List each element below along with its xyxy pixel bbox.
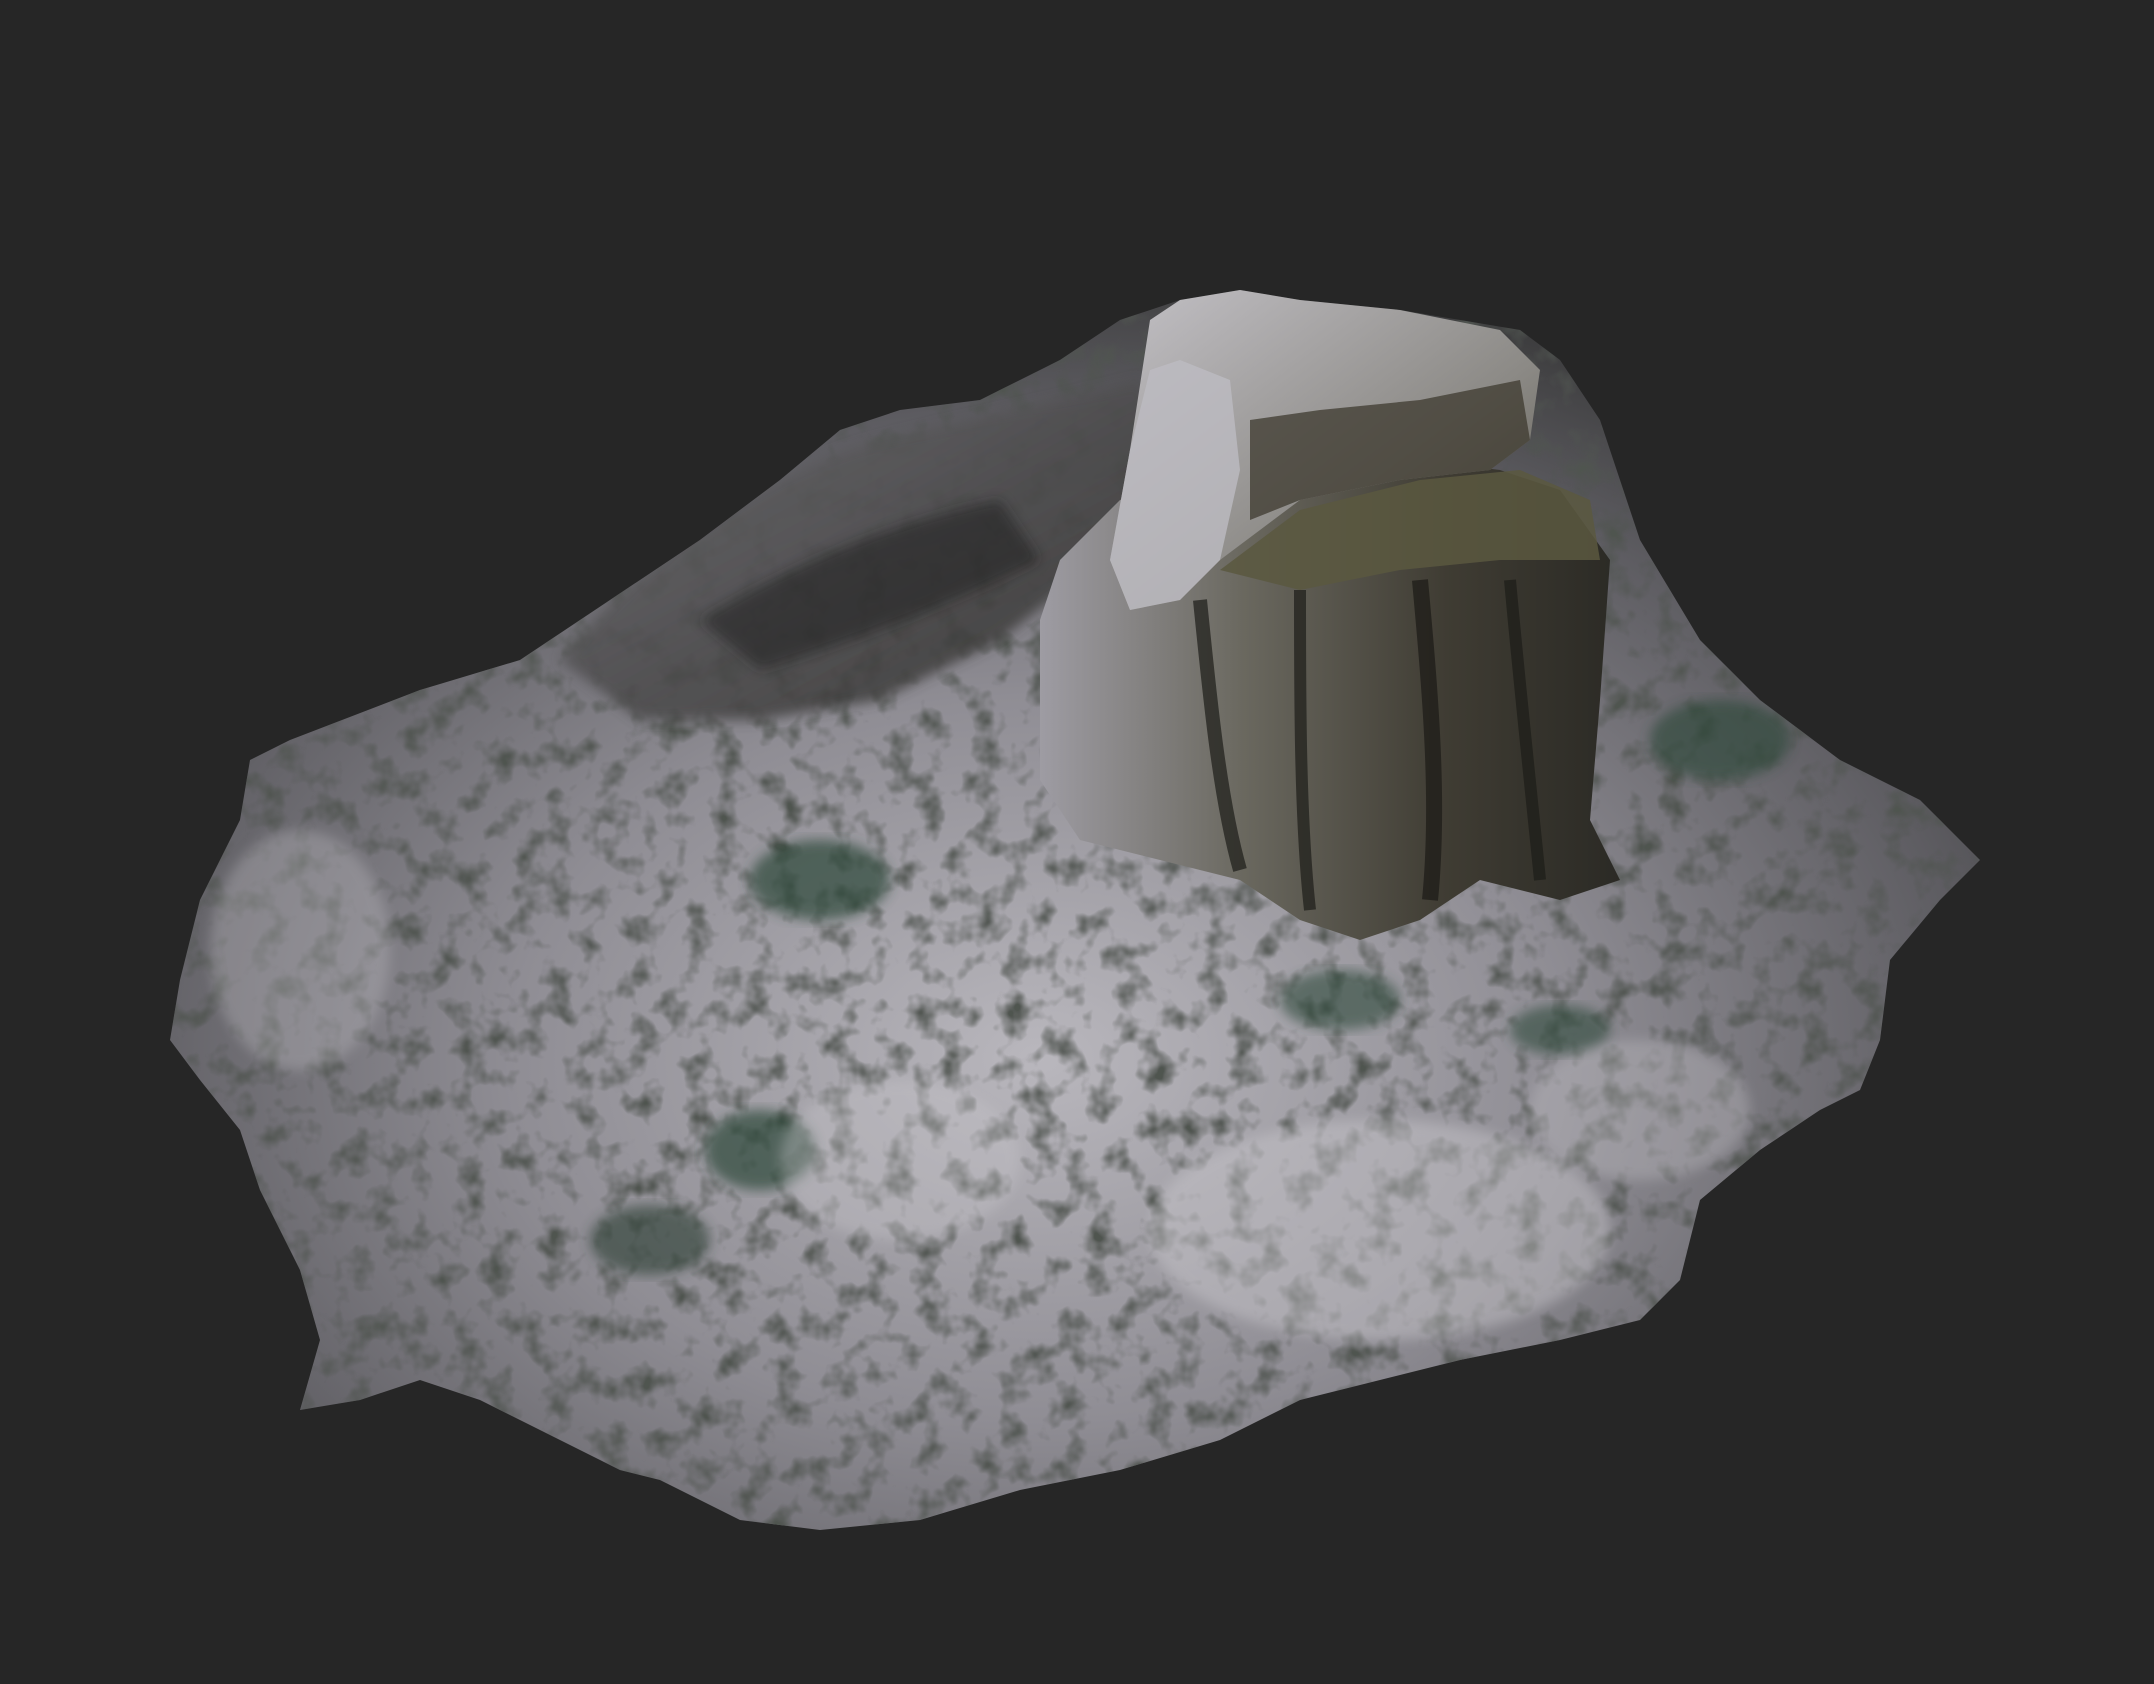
3d-viewport[interactable] xyxy=(0,0,2154,1684)
scanned-ground-mesh xyxy=(170,290,1980,1530)
scan-model-canvas[interactable] xyxy=(0,0,2154,1684)
